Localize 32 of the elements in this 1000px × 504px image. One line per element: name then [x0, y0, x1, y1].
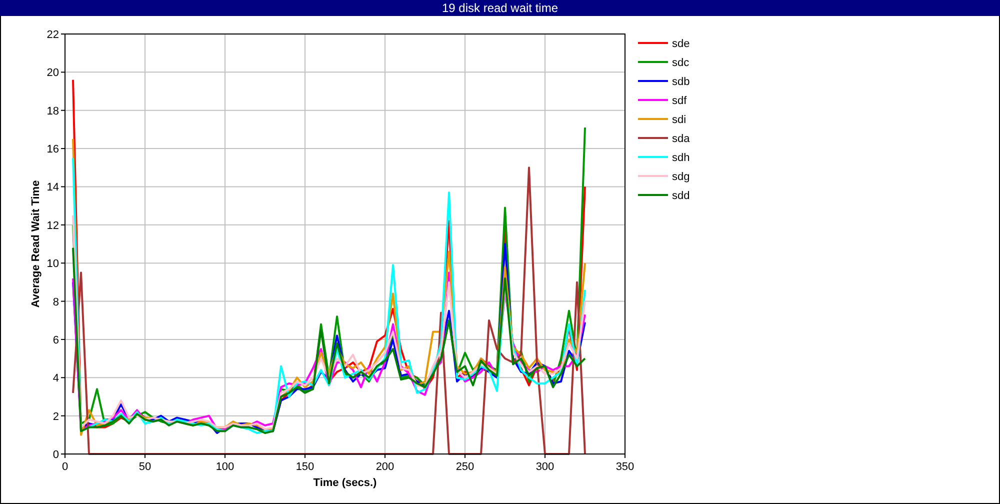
legend-label: sdb [672, 76, 690, 88]
tick-label: 18 [46, 105, 59, 118]
tick-label: 12 [46, 220, 59, 232]
tick-label: 50 [138, 461, 152, 473]
tick-label: 16 [46, 144, 59, 156]
tick-label: 8 [52, 296, 59, 308]
tick-label: 10 [46, 258, 59, 270]
axis-title: Time (secs.) [313, 477, 377, 489]
tick-label: 22 [46, 29, 59, 41]
tick-label: 6 [52, 334, 59, 346]
axis-title: Average Read Wait Time [30, 180, 42, 308]
legend-label: sdf [672, 95, 687, 107]
legend-label: sdh [672, 152, 690, 164]
tick-label: 350 [616, 461, 634, 473]
legend-label: sde [672, 38, 690, 50]
tick-label: 0 [62, 461, 68, 473]
legend-label: sda [672, 133, 690, 145]
tick-label: 20 [46, 67, 59, 80]
tick-label: 200 [376, 461, 394, 473]
legend-label: sdg [672, 171, 690, 183]
tick-label: 300 [536, 461, 554, 473]
tick-label: 2 [52, 410, 59, 423]
window-title: 19 disk read wait time [442, 0, 558, 16]
legend-label: sdi [672, 114, 686, 126]
tick-label: 150 [296, 461, 314, 473]
tick-label: 4 [52, 372, 59, 385]
tick-label: 0 [52, 449, 59, 461]
tick-label: 14 [46, 182, 59, 194]
legend-label: sdc [672, 57, 690, 69]
tick-label: 100 [216, 461, 234, 473]
legend-label: sdd [672, 190, 690, 202]
tick-label: 250 [456, 461, 474, 473]
